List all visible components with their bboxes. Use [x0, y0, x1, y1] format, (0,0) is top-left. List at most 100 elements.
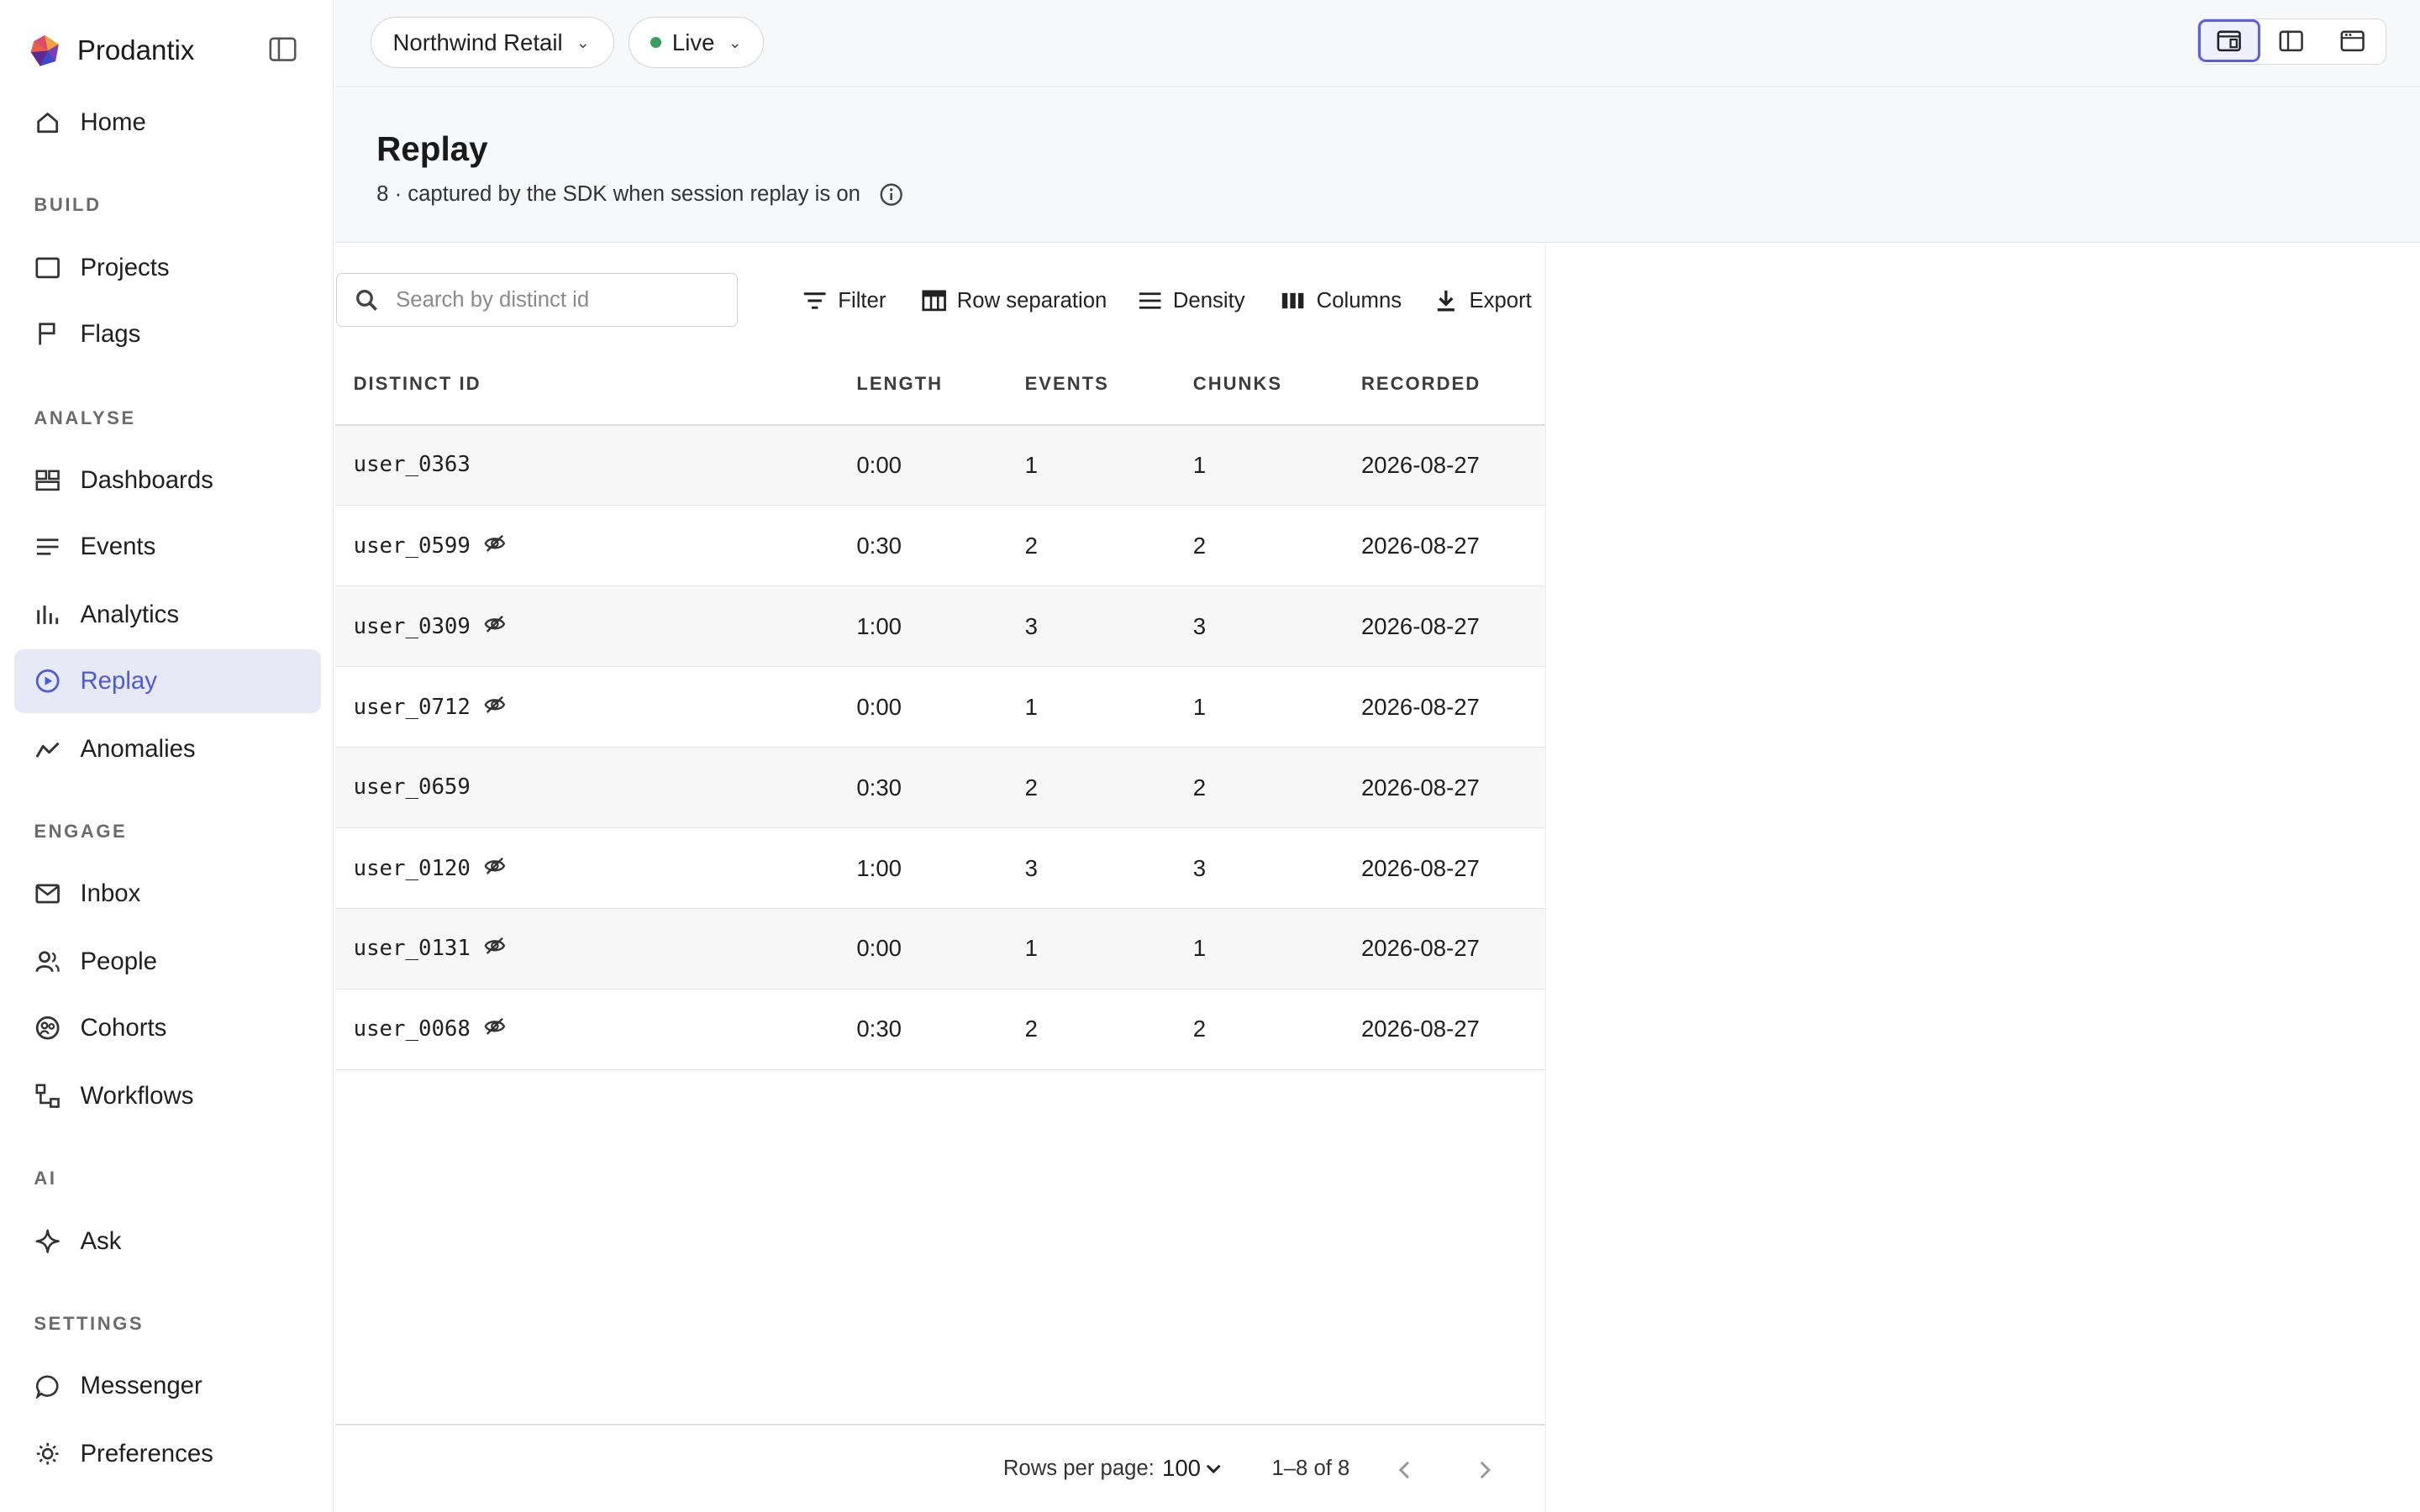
- sidebar-item-label: Anomalies: [80, 734, 196, 763]
- table-row[interactable]: user_0068 0:30 2 2 2026-08-27: [334, 990, 1545, 1070]
- chat-bubble-icon: [34, 1373, 61, 1400]
- search-box: [336, 273, 738, 328]
- column-header-chunks[interactable]: CHUNKS: [1193, 373, 1282, 395]
- environment-selector[interactable]: Live ⌄: [628, 17, 765, 68]
- density-button[interactable]: Density: [1138, 284, 1245, 318]
- sidebar-item-flags[interactable]: Flags: [14, 302, 322, 365]
- sidebar-item-workflows[interactable]: Workflows: [14, 1064, 322, 1127]
- sidebar-item-cohorts[interactable]: Cohorts: [14, 997, 322, 1060]
- table-row[interactable]: user_0309 1:00 3 3 2026-08-27: [334, 586, 1545, 668]
- section-label-engage: ENGAGE: [34, 821, 128, 843]
- cell-recorded: 2026-08-27: [1360, 854, 1480, 881]
- mail-icon: [34, 880, 61, 908]
- search-input[interactable]: [392, 286, 723, 314]
- page-subtitle-text: 8 · captured by the SDK when session rep…: [376, 181, 860, 206]
- sidebar-item-label: Events: [80, 533, 156, 561]
- row-separation-button[interactable]: Row separation: [921, 284, 1107, 318]
- home-icon: [34, 108, 61, 136]
- info-icon[interactable]: [879, 182, 903, 207]
- eye-off-icon: [484, 1018, 506, 1036]
- table-row[interactable]: user_0712 0:00 1 1 2026-08-27: [334, 668, 1545, 748]
- layout-browser-button[interactable]: [2322, 19, 2383, 62]
- table-row[interactable]: user_0120 1:00 3 3 2026-08-27: [334, 828, 1545, 909]
- cell-recorded: 2026-08-27: [1360, 1016, 1480, 1042]
- layout-split-button[interactable]: [2260, 19, 2322, 62]
- projects-icon: [34, 254, 61, 281]
- section-label-ai: AI: [34, 1168, 57, 1189]
- table-row[interactable]: user_0599 0:30 2 2 2026-08-27: [334, 507, 1545, 587]
- sidebar-item-ask[interactable]: Ask: [14, 1210, 322, 1273]
- sidebar-item-people[interactable]: People: [14, 931, 322, 994]
- sidebar-item-events[interactable]: Events: [14, 515, 322, 578]
- cell-recorded: 2026-08-27: [1360, 612, 1480, 639]
- sparkle-icon: [34, 1227, 61, 1255]
- cell-length: 0:00: [856, 452, 902, 479]
- sidebar-item-inbox[interactable]: Inbox: [14, 863, 322, 926]
- distinct-id-text: user_0120: [353, 855, 471, 881]
- cell-recorded: 2026-08-27: [1360, 774, 1480, 801]
- workspace-name: Northwind Retail: [392, 29, 563, 55]
- cell-recorded: 2026-08-27: [1360, 452, 1480, 479]
- rows-per-page-select[interactable]: 100: [1162, 1455, 1221, 1482]
- layout-single-button[interactable]: [2198, 19, 2260, 63]
- cell-events: 2: [1024, 533, 1038, 559]
- cell-recorded: 2026-08-27: [1360, 935, 1480, 962]
- cell-events: 1: [1024, 693, 1038, 720]
- column-header-recorded[interactable]: RECORDED: [1361, 373, 1481, 395]
- sidebar-item-label: Inbox: [80, 879, 141, 908]
- table-row[interactable]: user_0363 0:00 1 1 2026-08-27: [334, 425, 1545, 507]
- cell-length: 1:00: [856, 612, 902, 639]
- play-circle-icon: [34, 667, 61, 695]
- sidebar-item-messenger[interactable]: Messenger: [14, 1355, 322, 1418]
- dashboard-icon: [34, 467, 61, 495]
- export-button[interactable]: Export: [1434, 284, 1532, 318]
- column-header-events[interactable]: EVENTS: [1025, 373, 1109, 395]
- brand[interactable]: Prodantix: [28, 31, 194, 71]
- cell-distinct-id: user_0599: [354, 533, 507, 559]
- columns-label: Columns: [1316, 288, 1402, 312]
- flag-icon: [34, 320, 61, 348]
- sidebar-item-home[interactable]: Home: [14, 91, 322, 154]
- sidebar-item-label: Preferences: [80, 1440, 213, 1468]
- table-row[interactable]: user_0659 0:30 2 2 2026-08-27: [334, 748, 1545, 828]
- cell-recorded: 2026-08-27: [1360, 533, 1480, 559]
- previous-page-button[interactable]: [1389, 1455, 1420, 1486]
- trend-line-icon: [34, 735, 61, 763]
- sidebar-item-label: Cohorts: [80, 1014, 167, 1042]
- density-icon: [1138, 288, 1162, 312]
- columns-button[interactable]: Columns: [1281, 284, 1402, 318]
- column-header-length[interactable]: LENGTH: [856, 373, 943, 395]
- cell-distinct-id: user_0363: [354, 452, 471, 477]
- sidebar-item-analytics[interactable]: Analytics: [14, 583, 322, 646]
- sidebar-item-projects[interactable]: Projects: [14, 236, 322, 299]
- sidebar-item-preferences[interactable]: Preferences: [14, 1422, 322, 1485]
- footer-divider: [334, 1424, 1545, 1426]
- cell-chunks: 1: [1192, 935, 1207, 962]
- layout-switcher: [2197, 18, 2386, 66]
- sidebar-item-anomalies[interactable]: Anomalies: [14, 717, 322, 780]
- cell-length: 1:00: [856, 854, 902, 881]
- sidebar-item-replay[interactable]: Replay: [13, 649, 322, 713]
- column-header-distinct-id[interactable]: DISTINCT ID: [354, 373, 481, 395]
- next-page-button[interactable]: [1470, 1455, 1501, 1486]
- chevron-down-icon: ⌄: [576, 33, 590, 51]
- workspace-selector[interactable]: Northwind Retail ⌄: [370, 17, 614, 68]
- cell-length: 0:30: [856, 774, 902, 801]
- table-row[interactable]: user_0131 0:00 1 1 2026-08-27: [334, 909, 1545, 990]
- search-icon: [355, 289, 377, 311]
- chevron-left-icon: [1398, 1462, 1410, 1479]
- cell-distinct-id: user_0712: [354, 694, 507, 720]
- distinct-id-text: user_0131: [353, 936, 471, 962]
- chevron-down-icon: ⌄: [728, 33, 742, 51]
- filter-label: Filter: [838, 288, 886, 312]
- filter-button[interactable]: Filter: [802, 284, 886, 318]
- sidebar-item-dashboards[interactable]: Dashboards: [14, 449, 322, 512]
- columns-icon: [1281, 288, 1305, 312]
- cell-chunks: 2: [1192, 774, 1207, 801]
- page-title: Replay: [376, 129, 488, 169]
- section-label-analyse: ANALYSE: [34, 407, 136, 428]
- sidebar-collapse-icon[interactable]: [269, 37, 297, 61]
- eye-off-icon: [484, 937, 506, 955]
- sidebar: Prodantix Home BUILD Projects Flags ANAL…: [0, 0, 334, 1512]
- cell-length: 0:00: [856, 935, 902, 962]
